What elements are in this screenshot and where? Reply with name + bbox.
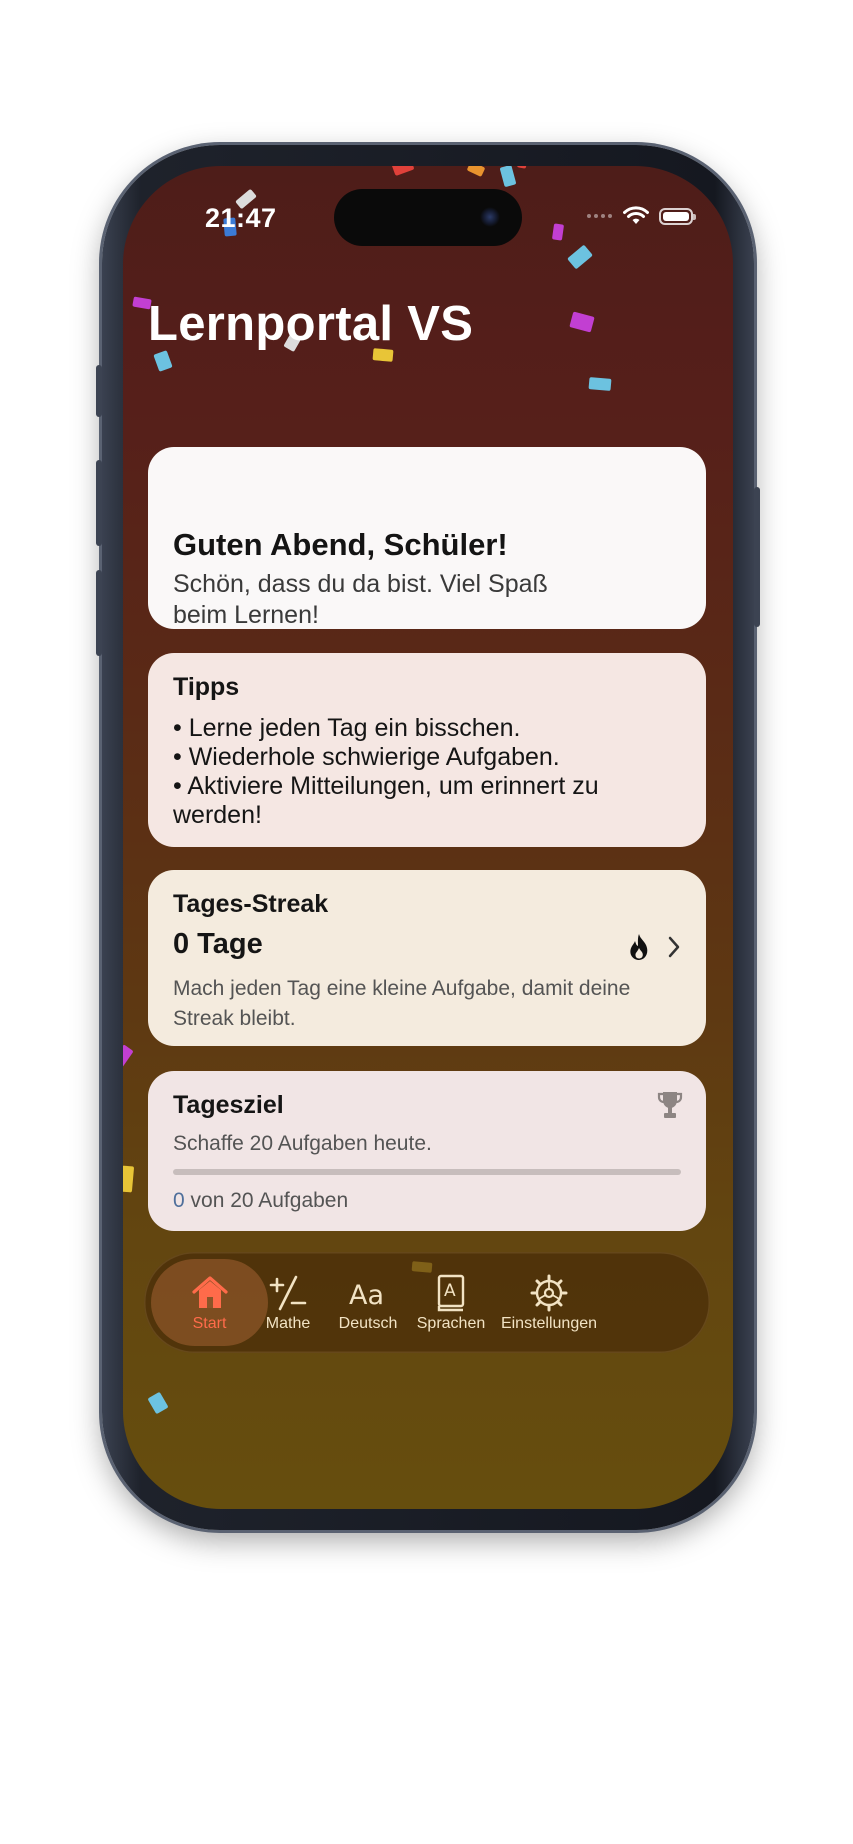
streak-title: Tages-Streak — [173, 890, 329, 918]
confetti-piece — [516, 166, 529, 169]
confetti-piece — [551, 223, 565, 241]
confetti-piece — [153, 350, 173, 372]
volume-down-button — [96, 570, 102, 656]
goal-title: Tagesziel — [173, 1091, 284, 1119]
greeting-title: Guten Abend, Schüler! — [173, 527, 508, 562]
confetti-piece — [391, 166, 415, 177]
tab-bar: Start Mathe Aa Deutsch A Sprachen Einste… — [144, 1252, 710, 1353]
wifi-icon — [623, 206, 649, 224]
confetti-piece — [123, 1044, 134, 1068]
chevron-right-icon[interactable] — [667, 936, 681, 958]
signal-icon — [587, 212, 613, 220]
trophy-icon — [657, 1092, 683, 1118]
flame-icon — [630, 934, 648, 960]
volume-up-button — [96, 460, 102, 546]
confetti-piece — [569, 311, 595, 333]
battery-icon — [659, 207, 696, 225]
tab-label: Start — [192, 1314, 227, 1332]
tab-label: Deutsch — [338, 1314, 398, 1332]
house-icon — [191, 1275, 228, 1308]
action-button — [96, 365, 102, 417]
power-button — [754, 487, 760, 627]
status-time: 21:47 — [205, 203, 277, 233]
confetti-piece — [123, 1165, 135, 1193]
confetti-piece — [466, 166, 486, 177]
confetti-piece — [147, 1391, 169, 1415]
goal-done-count: 0 — [173, 1189, 185, 1212]
daily-goal-card: Tagesziel Schaffe 20 Aufgaben heute. 0 v… — [148, 1071, 706, 1231]
streak-value: 0 Tage — [173, 928, 263, 960]
screen: 21:47 Lernportal VS Guten Abend, Schüler… — [123, 166, 733, 1509]
tab-deutsch[interactable]: Aa Deutsch — [328, 1252, 408, 1353]
tips-title: Tipps — [173, 673, 240, 701]
tip-item: • Lerne jeden Tag ein bisschen. — [173, 714, 521, 742]
streak-card[interactable]: Tages-Streak 0 Tage Mach jeden Tag eine … — [148, 870, 706, 1046]
tip-item: • Aktiviere Mitteilungen, um erinnert zu… — [173, 772, 599, 829]
confetti-piece — [588, 377, 612, 391]
goal-count-suffix: von 20 Aufgaben — [184, 1189, 349, 1212]
gear-icon — [530, 1274, 568, 1311]
tab-label: Einstellungen — [500, 1314, 598, 1332]
tab-label: Mathe — [265, 1314, 311, 1332]
greeting-card: Guten Abend, Schüler! Schön, dass du da … — [148, 447, 706, 629]
app-title: Lernportal VS — [148, 297, 474, 351]
tab-sprachen[interactable]: A Sprachen — [408, 1252, 494, 1353]
confetti-piece — [567, 244, 593, 270]
camera-lens — [480, 207, 500, 227]
text-aa-icon: Aa — [349, 1280, 384, 1311]
svg-text:A: A — [444, 1281, 456, 1301]
goal-progress-bar — [173, 1169, 681, 1175]
greeting-subtitle: Schön, dass du da bist. Viel Spaß beim L… — [173, 570, 548, 629]
tips-card: Tipps • Lerne jeden Tag ein bisschen. • … — [148, 653, 706, 847]
tab-mathe[interactable]: Mathe — [248, 1252, 328, 1353]
dynamic-island — [334, 189, 522, 246]
svg-text:Aa: Aa — [349, 1280, 384, 1311]
tip-item: • Wiederhole schwierige Aufgaben. — [173, 743, 560, 771]
tab-label: Sprachen — [416, 1314, 486, 1332]
status-icons — [587, 206, 696, 226]
tab-einstellungen[interactable]: Einstellungen — [494, 1252, 604, 1353]
streak-description: Mach jeden Tag eine kleine Aufgabe, dami… — [173, 977, 631, 1030]
confetti-piece — [499, 166, 517, 188]
book-icon: A — [437, 1274, 465, 1311]
goal-description: Schaffe 20 Aufgaben heute. — [173, 1132, 432, 1155]
goal-count: 0 von 20 Aufgaben — [173, 1189, 348, 1213]
tips-list: • Lerne jeden Tag ein bisschen. • Wieder… — [173, 714, 613, 830]
plus-minus-icon — [269, 1275, 307, 1310]
